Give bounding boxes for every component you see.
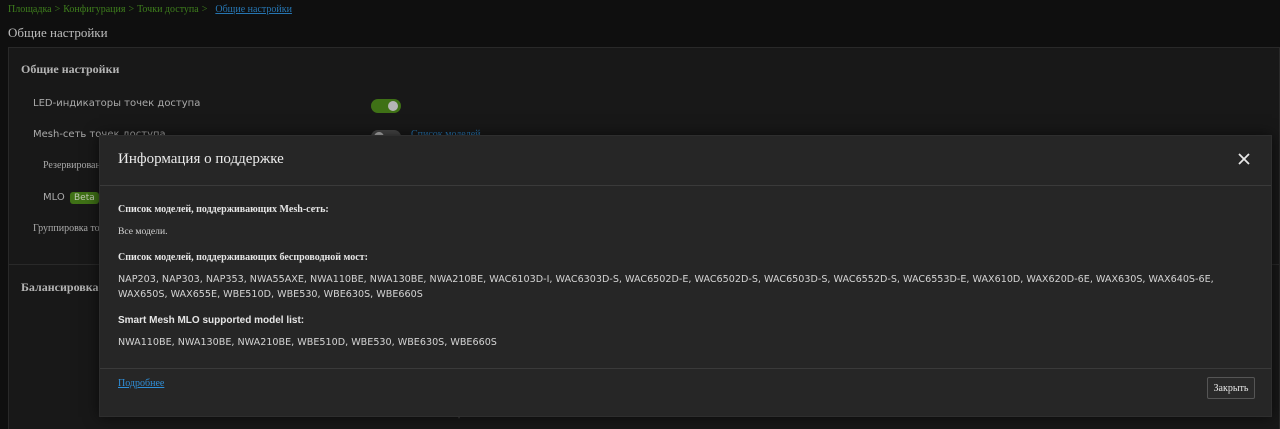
close-icon[interactable]: [1235, 150, 1253, 168]
section-title: Список моделей, поддерживающих беспровод…: [118, 252, 368, 263]
more-details-link[interactable]: Подробнее: [118, 378, 164, 389]
section-text: Все модели.: [118, 226, 168, 237]
support-info-modal: Информация о поддержке Список моделей, п…: [99, 135, 1272, 417]
section-title: Список моделей, поддерживающих Mesh-сеть…: [118, 204, 329, 215]
page: Площадка > Конфигурация > Точки доступа > Общи…: [0, 0, 1280, 429]
section-text: NAP203, NAP303, NAP353, NWA55AXE, NWA110…: [118, 274, 1214, 300]
mesh-models-section: Список моделей, поддерживающих Mesh-сеть…: [118, 204, 329, 239]
wireless-bridge-models-section: Список моделей, поддерживающих беспровод…: [118, 252, 1258, 302]
modal-title: Информация о поддержке: [118, 151, 284, 167]
smart-mesh-mlo-section: Smart Mesh MLO supported model list: NWA…: [118, 315, 1258, 350]
section-text: NWA110BE, NWA130BE, NWA210BE, WBE510D, W…: [118, 337, 497, 348]
modal-footer-divider: [100, 368, 1271, 369]
modal-header: Информация о поддержке: [100, 136, 1271, 186]
section-title: Smart Mesh MLO supported model list:: [118, 315, 305, 326]
close-button[interactable]: Закрыть: [1207, 377, 1255, 399]
